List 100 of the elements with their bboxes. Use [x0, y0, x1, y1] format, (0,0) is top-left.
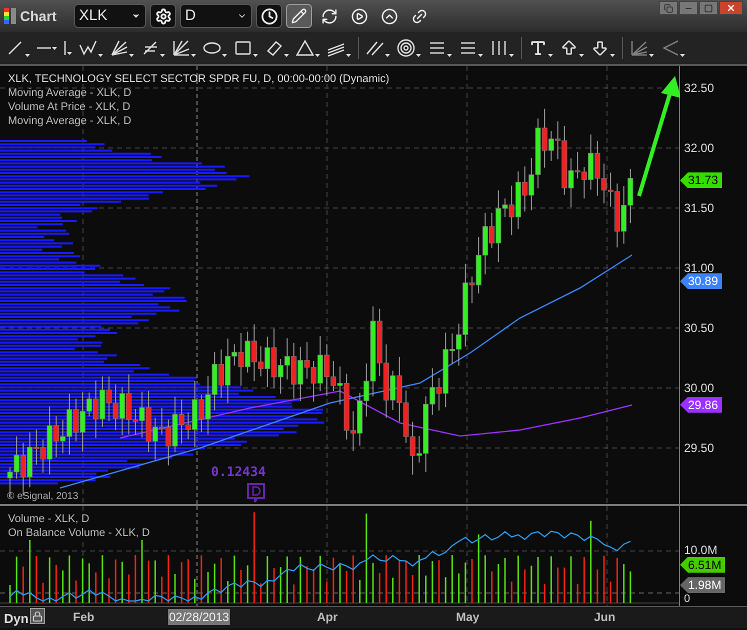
drawing-tool-button[interactable]: [560, 39, 584, 57]
lock-icon: [32, 610, 43, 622]
time-label: Feb: [72, 609, 96, 625]
caret-icon: [52, 46, 57, 50]
drawing-tool-button[interactable]: [79, 39, 103, 57]
play-icon: [350, 8, 368, 24]
fan-icon: [630, 39, 648, 57]
drawing-tool-button[interactable]: [6, 39, 30, 57]
speech-bubble-icon: [246, 482, 266, 504]
legend-label: Volume - XLK, D: [8, 512, 90, 526]
drawing-tool-button[interactable]: [397, 39, 421, 57]
vertical-line-icon: [64, 41, 66, 55]
zigzag-icon: [79, 39, 97, 57]
caret-icon: [447, 54, 452, 57]
drawing-tool-button[interactable]: [265, 39, 289, 57]
axis-label: 31.00: [684, 262, 714, 274]
axis-label: 10.0M: [684, 544, 718, 556]
legend-label: XLK, TECHNOLOGY SELECT SECTOR SPDR FU, D, 00:00-00:00 (Dynamic): [8, 72, 390, 86]
drawing-tool-button[interactable]: [529, 39, 553, 57]
price-tag: 1.98M: [680, 577, 726, 594]
settings-icon: [154, 8, 172, 24]
caret-icon: [416, 54, 421, 57]
drawing-tool-button[interactable]: [141, 39, 165, 57]
legend-label: On Balance Volume - XLK, D: [8, 526, 150, 540]
drawing-tool-button[interactable]: [490, 39, 514, 57]
fork-icon: [141, 39, 159, 57]
text-icon: [529, 39, 547, 57]
pencil-button[interactable]: [286, 4, 312, 28]
drawing-tool-button[interactable]: [591, 39, 615, 57]
caret-icon: [25, 54, 30, 57]
concentric-circles-icon: [397, 39, 415, 57]
circle-icon: [380, 8, 398, 24]
axis-label: 32.00: [684, 142, 714, 154]
restore-button[interactable]: [659, 1, 678, 15]
drawing-tool-button[interactable]: [172, 39, 196, 57]
time-label: 02/28/2013: [168, 609, 230, 625]
legend-label: Moving Average - XLK, D: [8, 86, 132, 100]
dynamic-mode-label: Dyn: [4, 610, 29, 628]
diamond-icon: [265, 39, 283, 57]
axis-label: 29.50: [684, 442, 714, 454]
drawing-tool-button[interactable]: [37, 46, 57, 50]
maximize-icon: [704, 4, 713, 12]
horizontal-line-icon: [37, 47, 51, 49]
gann-icon: [172, 39, 190, 57]
value-annotation: 0.12434: [211, 464, 266, 482]
time-label: May: [455, 609, 480, 625]
symbol-field[interactable]: XLK: [74, 4, 146, 28]
axis-label: 31.50: [684, 202, 714, 214]
triangle-icon: [296, 39, 314, 57]
fan-icon: [110, 39, 128, 57]
price-tag: 31.73: [680, 172, 722, 188]
clock-button[interactable]: [256, 4, 282, 28]
caret-icon: [129, 54, 134, 57]
copyright-text: © eSignal, 2013: [7, 490, 78, 504]
drawing-tool-button[interactable]: [234, 39, 258, 57]
time-label: Jun: [593, 609, 616, 625]
drawing-tool-button[interactable]: [296, 39, 320, 57]
caret-icon: [509, 54, 514, 57]
caret-icon: [579, 54, 584, 57]
legend-label: Volume At Price - XLK, D: [8, 100, 132, 114]
close-icon: [726, 3, 736, 13]
clock-icon: [260, 8, 278, 24]
caret-icon: [160, 54, 165, 57]
close-button[interactable]: [719, 1, 743, 15]
interval-field[interactable]: D: [180, 4, 252, 28]
up-arrow-icon: [560, 39, 578, 57]
caret-icon: [680, 54, 685, 57]
caret-icon: [385, 54, 390, 57]
rectangle-icon: [234, 39, 252, 57]
axis-label: 0: [684, 594, 690, 605]
caret-icon: [67, 52, 72, 55]
time-label: Apr: [316, 609, 339, 625]
pencil-icon: [291, 8, 307, 24]
price-tag: 30.89: [680, 273, 722, 290]
caret-icon: [98, 54, 103, 57]
caret-icon: [346, 54, 351, 57]
drawing-tool-button[interactable]: [366, 39, 390, 57]
settings-button[interactable]: [150, 4, 176, 28]
caret-icon: [478, 54, 483, 57]
price-tag: 6.51M: [680, 556, 726, 573]
double-line-icon: [366, 39, 384, 57]
refresh-icon: [320, 8, 338, 24]
drawing-tool-button[interactable]: [110, 39, 134, 57]
maximize-button[interactable]: [699, 1, 718, 15]
caret-icon: [253, 54, 258, 57]
lock-button[interactable]: [30, 608, 45, 624]
price-tag: 29.86: [680, 396, 722, 413]
caret-icon: [548, 54, 553, 57]
drawing-tool-button[interactable]: [64, 41, 72, 55]
app-logo-icon: [4, 8, 16, 24]
window-title: Chart: [20, 6, 58, 26]
caret-icon: [222, 54, 227, 57]
axis-label: 32.50: [684, 82, 714, 94]
caret-icon: [610, 54, 615, 57]
axis-label: 30.00: [684, 382, 714, 394]
vertical-lines-icon: [490, 39, 508, 57]
caret-icon: [284, 54, 289, 57]
restore-icon: [664, 4, 673, 12]
down-arrow-icon: [591, 39, 609, 57]
axis-label: 30.50: [684, 322, 714, 334]
